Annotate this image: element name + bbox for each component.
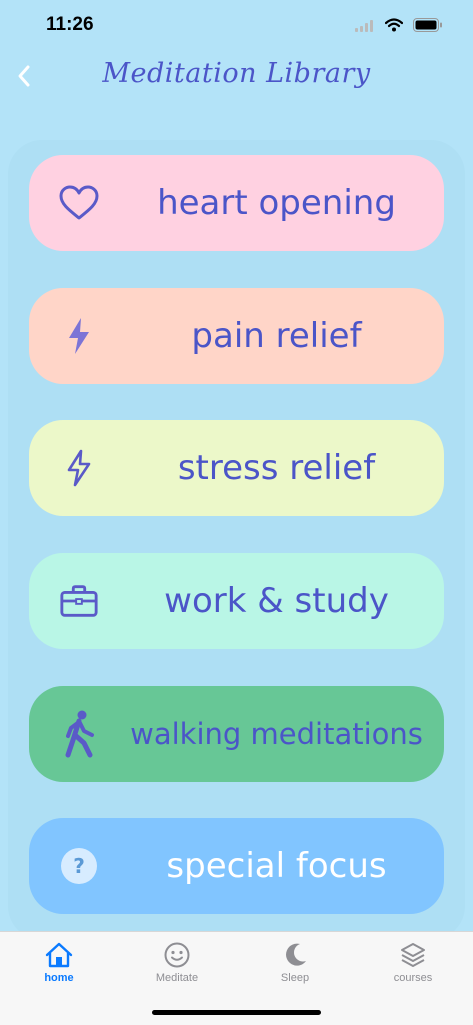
- briefcase-icon: [59, 581, 99, 621]
- walking-icon: [59, 710, 99, 758]
- layers-icon: [363, 940, 463, 970]
- nav-bar: Meditation Library: [0, 50, 473, 110]
- home-indicator: [152, 1010, 321, 1015]
- category-label: stress relief: [177, 448, 376, 488]
- question-icon: ?: [59, 846, 99, 886]
- battery-icon: [413, 17, 443, 36]
- status-time: 11:26: [46, 14, 94, 35]
- heart-icon: [59, 183, 99, 223]
- category-label: special focus: [166, 846, 387, 886]
- category-card-pain-relief[interactable]: pain relief: [29, 288, 444, 384]
- status-bar: 11:26: [0, 0, 473, 50]
- category-label: heart opening: [157, 183, 396, 223]
- page-title: Meditation Library: [102, 58, 371, 89]
- category-card-stress-relief[interactable]: stress relief: [29, 420, 444, 516]
- tab-meditate[interactable]: Meditate: [127, 940, 227, 990]
- smiley-icon: [127, 940, 227, 970]
- cellular-signal-icon: [355, 17, 375, 36]
- category-card-special-focus[interactable]: ? special focus: [29, 818, 444, 914]
- tab-label: Meditate: [155, 972, 199, 984]
- category-card-walking-meditations[interactable]: walking meditations: [29, 686, 444, 782]
- category-label: pain relief: [191, 316, 362, 356]
- category-card-heart-opening[interactable]: heart opening: [29, 155, 444, 251]
- tab-sleep[interactable]: Sleep: [245, 940, 345, 990]
- tab-label: home: [44, 972, 74, 984]
- tab-home[interactable]: home: [9, 940, 109, 990]
- lightning-outline-icon: [59, 448, 99, 488]
- moon-icon: [245, 940, 345, 970]
- status-icons: [355, 17, 443, 36]
- category-card-work-study[interactable]: work & study: [29, 553, 444, 649]
- svg-text:?: ?: [73, 854, 85, 878]
- category-label: walking meditations: [130, 717, 423, 751]
- tab-label: courses: [393, 972, 433, 984]
- lightning-icon: [59, 316, 99, 356]
- wifi-icon: [384, 17, 404, 36]
- category-label: work & study: [164, 581, 389, 621]
- home-icon: [9, 940, 109, 970]
- tab-courses[interactable]: courses: [363, 940, 463, 990]
- tab-label: Sleep: [280, 972, 310, 984]
